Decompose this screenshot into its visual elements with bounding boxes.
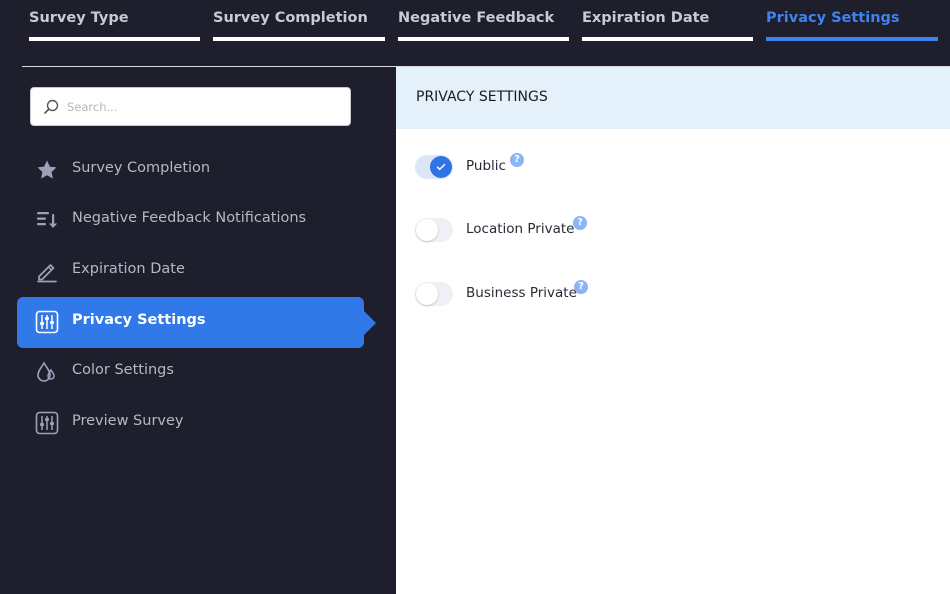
step-progress-bar [29,37,200,41]
public-toggle[interactable] [415,155,453,179]
sliders-icon [35,310,59,334]
help-icon[interactable]: ? [574,280,588,294]
sidebar-item-label: Survey Completion [72,160,211,176]
step-label: Negative Feedback [398,10,555,26]
sliders-icon [35,411,59,435]
step-label: Expiration Date [582,10,710,26]
sidebar-item-expiration-date[interactable]: Expiration Date [17,246,364,297]
step-progress-bar [213,37,385,41]
pencil-icon [37,264,57,283]
step-progress-bar [582,37,753,41]
sort-down-icon [37,212,58,228]
sidebar-item-privacy-settings[interactable]: Privacy Settings [17,297,376,348]
search-box [30,87,351,126]
step-survey-type[interactable]: Survey Type [29,0,200,42]
help-icon[interactable]: ? [573,216,587,230]
location-private-toggle[interactable] [415,218,453,242]
toggle-knob [416,283,438,305]
sidebar-item-label: Expiration Date [72,261,185,277]
setting-location-private: Location Private ? [415,216,615,244]
sidebar-item-label: Negative Feedback Notifications [72,210,307,226]
sidebar-item-label: Privacy Settings [72,312,206,328]
step-expiration-date[interactable]: Expiration Date [582,0,753,42]
step-privacy-settings[interactable]: Privacy Settings [766,0,938,42]
droplets-icon [37,361,55,382]
star-icon [37,160,57,179]
panel-header: PRIVACY SETTINGS [396,67,950,129]
step-label: Survey Completion [213,10,368,26]
search-icon [44,99,59,114]
setting-business-private: Business Private ? [415,280,615,308]
setting-label: Location Private [466,221,575,237]
wizard-steps: Survey Type Survey Completion Negative F… [0,0,950,67]
setting-label: Business Private [466,285,577,301]
sidebar-item-negative-feedback-notifications[interactable]: Negative Feedback Notifications [17,195,364,246]
setting-public: Public ? [415,153,615,181]
help-icon[interactable]: ? [510,153,524,167]
page-title: PRIVACY SETTINGS [416,89,548,105]
main-panel: PRIVACY SETTINGS Public ? Location Priva… [396,67,950,594]
check-icon [436,163,446,171]
sidebar-item-survey-completion[interactable]: Survey Completion [17,145,364,196]
sidebar-item-color-settings[interactable]: Color Settings [17,347,364,398]
step-label: Privacy Settings [766,10,900,26]
sidebar-item-label: Color Settings [72,362,174,378]
sidebar-item-label: Preview Survey [72,413,184,429]
toggle-knob [430,156,452,178]
sidebar-item-preview-survey[interactable]: Preview Survey [17,398,364,449]
setting-label: Public [466,158,506,174]
sidebar: Survey Completion Negative Feedback Noti… [0,67,396,594]
step-progress-bar [766,37,938,41]
step-negative-feedback[interactable]: Negative Feedback [398,0,569,42]
step-survey-completion[interactable]: Survey Completion [213,0,385,42]
search-input[interactable] [67,96,337,118]
step-progress-bar [398,37,569,41]
step-label: Survey Type [29,10,129,26]
business-private-toggle[interactable] [415,282,453,306]
toggle-knob [416,219,438,241]
